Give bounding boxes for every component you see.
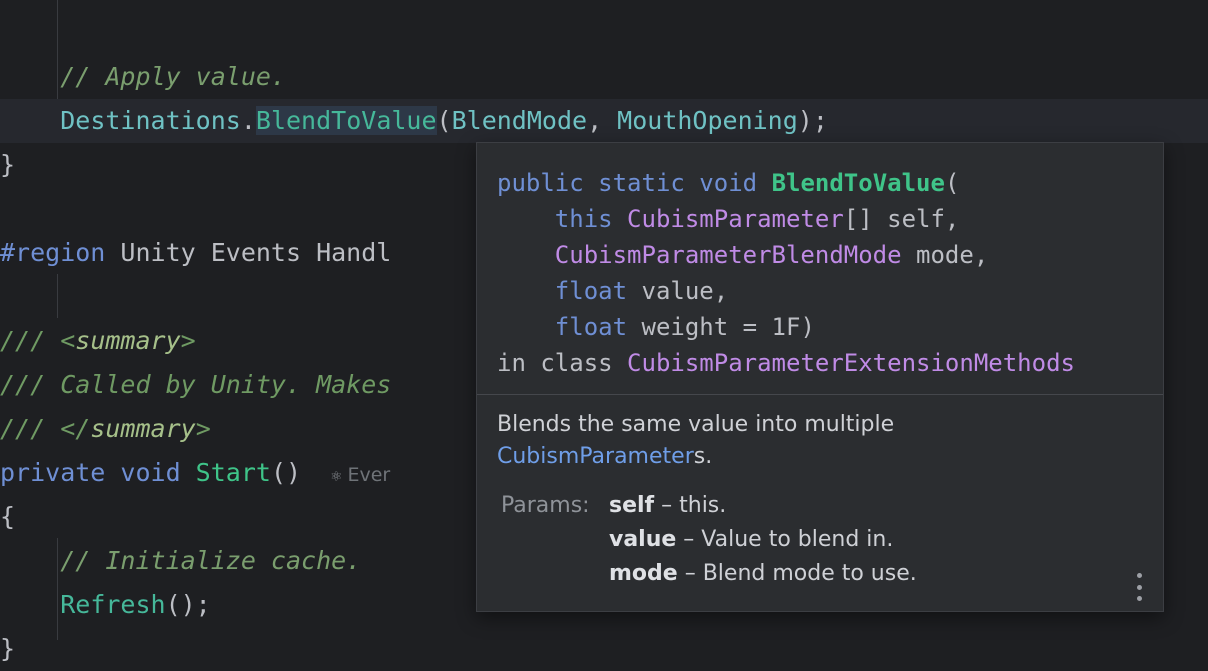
code-argument: MouthOpening <box>617 106 798 135</box>
unity-event-icon[interactable]: ⚛ <box>331 466 341 486</box>
code-line[interactable]: } <box>0 627 1208 671</box>
indent-guide <box>57 274 58 318</box>
code-comment: // Initialize cache. <box>60 546 362 575</box>
param-item: self – this. <box>609 493 727 518</box>
quick-documentation-popup[interactable]: public static void BlendToValue( this Cu… <box>476 142 1164 612</box>
params-list: self – this. value – Value to blend in. … <box>609 489 917 591</box>
code-identifier: Destinations <box>60 106 241 135</box>
doc-tag: summary <box>75 326 181 355</box>
code-keyword: void <box>105 458 196 487</box>
code-keyword: private <box>0 458 106 487</box>
param-item: mode – Blend mode to use. <box>609 561 917 586</box>
type-link[interactable]: CubismParameter <box>497 444 694 469</box>
method-signature: public static void BlendToValue( this Cu… <box>497 169 1075 377</box>
doc-tag: summary <box>90 414 196 443</box>
inlay-hint[interactable]: Ever <box>341 464 390 486</box>
code-comment: // Apply value. <box>60 62 286 91</box>
method-call[interactable]: Refresh <box>60 590 165 619</box>
signature-type-link[interactable]: CubismParameter <box>613 205 844 233</box>
signature-method-name: BlendToValue <box>771 169 945 197</box>
code-method-call-highlighted[interactable]: BlendToValue <box>255 106 437 135</box>
params-label: Params: <box>501 493 590 518</box>
method-name[interactable]: Start <box>196 458 271 487</box>
param-item: value – Value to blend in. <box>609 527 894 552</box>
code-line[interactable]: // Apply value. <box>0 55 1208 99</box>
popup-divider <box>477 394 1163 395</box>
doc-description: Blends the same value into multiple Cubis… <box>497 412 895 469</box>
code-argument: BlendMode <box>451 106 588 135</box>
signature-type-link[interactable]: CubismParameterBlendMode <box>555 241 902 269</box>
code-line-current[interactable]: Destinations.BlendToValue(BlendMode, Mou… <box>0 99 1208 143</box>
code-keyword: #region <box>0 238 106 267</box>
doc-comment: /// Called by Unity. Makes <box>0 370 392 399</box>
doc-params: Params: self – this. value – Value to bl… <box>501 489 917 591</box>
more-vertical-icon[interactable] <box>1133 573 1145 601</box>
region-name: Unity Events Handl <box>105 238 392 267</box>
class-name-link[interactable]: CubismParameterExtensionMethods <box>627 349 1075 377</box>
